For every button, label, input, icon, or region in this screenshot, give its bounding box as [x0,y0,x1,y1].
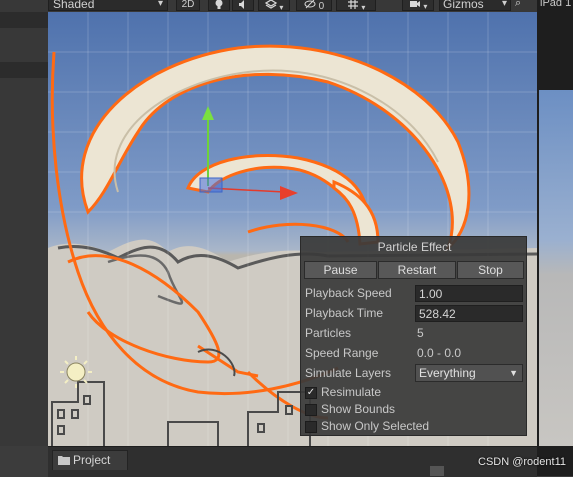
shading-mode-label: Shaded [53,0,95,11]
2d-toggle-label: 2D [181,0,195,10]
checkmark-icon: ✓ [306,387,316,398]
grid-icon [347,0,358,9]
effects-dropdown-button[interactable]: ▾ [258,0,290,12]
show-bounds-label: Show Bounds [321,402,396,416]
particles-label: Particles [305,326,352,340]
layers-icon [264,0,277,9]
simulate-layers-value: Everything [419,366,476,380]
camera-dropdown-button[interactable]: ▾ [402,0,434,11]
grid-dropdown-button[interactable]: ▾ [336,0,376,12]
chevron-down-icon: ▾ [361,3,366,12]
show-only-selected-label: Show Only Selected [321,419,430,433]
project-tab-label: Project [73,453,111,467]
chevron-down-icon: ▾ [501,0,507,9]
gizmos-dropdown[interactable]: Gizmos ▾ [439,0,511,11]
xy-plane-handle[interactable] [199,177,223,193]
resimulate-checkbox[interactable]: ✓ [305,387,317,399]
resimulate-label: Resimulate [321,385,382,399]
particle-effect-panel: Particle Effect Pause Restart Stop Playb… [300,236,527,436]
playback-speed-label: Playback Speed [305,286,392,300]
speed-range-label: Speed Range [305,346,379,360]
watermark-text: CSDN @rodent11 [478,456,566,468]
show-only-selected-checkbox[interactable] [305,421,317,433]
chevron-down-icon: ▾ [157,0,163,9]
restart-button[interactable]: Restart [378,261,456,279]
hierarchy-row[interactable] [0,62,48,78]
chevron-down-icon: ▼ [509,368,518,378]
simulate-layers-dropdown[interactable]: Everything ▼ [415,364,523,382]
chevron-down-icon: ▾ [279,3,284,12]
hidden-objects-count: 0 [318,1,325,12]
speed-range-value: 0.0 - 0.0 [417,346,462,360]
hidden-objects-toggle[interactable]: 0 [296,0,332,12]
pause-button[interactable]: Pause [304,261,377,279]
simulate-layers-label: Simulate Layers [305,366,392,380]
bottom-toolbar-icon[interactable] [430,466,444,476]
folder-icon [58,456,70,465]
stop-button[interactable]: Stop [457,261,524,279]
hierarchy-panel [0,12,48,446]
playback-time-label: Playback Time [305,306,384,320]
particles-value: 5 [417,326,424,340]
2d-toggle-button[interactable]: 2D [176,0,200,11]
game-view-render [539,90,573,446]
eye-slash-icon [304,0,316,9]
lighting-toggle-button[interactable] [208,0,230,11]
search-icon[interactable]: ⌕ [515,0,529,11]
playback-speed-field[interactable]: 1.00 [415,285,523,302]
playback-time-field[interactable]: 528.42 [415,305,523,322]
show-bounds-checkbox[interactable] [305,404,317,416]
audio-toggle-button[interactable] [232,0,254,11]
speaker-icon [239,0,244,9]
chevron-down-icon: ▾ [423,2,428,11]
panel-title: Particle Effect [377,240,452,254]
gizmos-label: Gizmos [443,0,484,11]
shading-mode-dropdown[interactable]: Shaded ▾ [48,0,168,11]
camera-icon [409,1,420,7]
project-tab[interactable]: Project [52,450,128,470]
game-view-resolution[interactable]: iPad 1 [540,0,573,11]
lightbulb-icon [215,0,223,9]
hierarchy-row[interactable] [0,12,48,28]
